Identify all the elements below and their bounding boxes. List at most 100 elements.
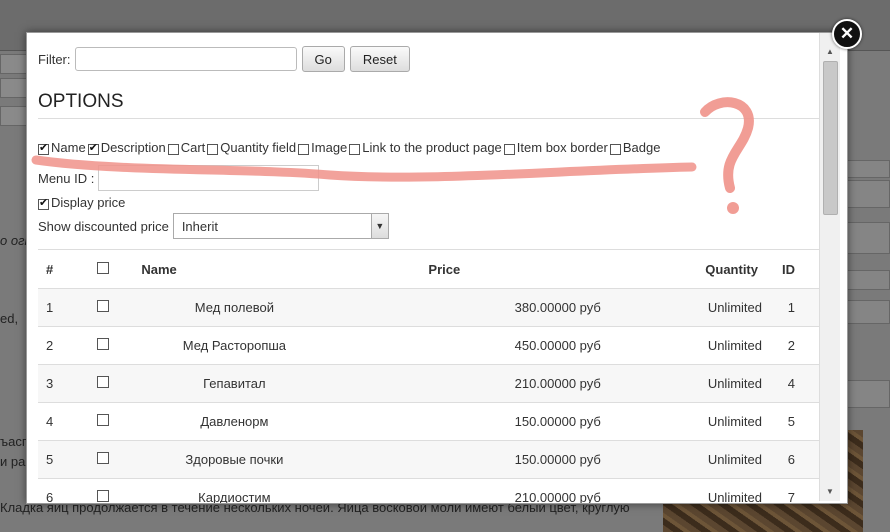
row-name: Давленорм	[140, 402, 329, 441]
row-id: 4	[772, 364, 819, 403]
menu-id-row: Menu ID :	[38, 165, 320, 191]
option-label: Item box border	[516, 140, 608, 155]
checkbox[interactable]	[503, 144, 515, 155]
row-price: 380.00000 руб	[328, 288, 609, 327]
option-cart[interactable]: Cart	[167, 140, 206, 155]
row-name: Здоровые почки	[140, 440, 329, 479]
row-num: 3	[38, 364, 86, 403]
row-checkbox[interactable]	[97, 490, 110, 502]
checkbox[interactable]	[38, 141, 49, 155]
option-label: Description	[100, 140, 166, 155]
row-checkbox[interactable]	[97, 300, 110, 312]
background-panel	[844, 380, 890, 408]
option-item-box-border[interactable]: Item box border	[503, 140, 608, 155]
table-row[interactable]: 1 Мед полевой 380.00000 руб Unlimited 1	[38, 288, 819, 327]
menu-id-input[interactable]	[98, 165, 320, 191]
row-id: 5	[772, 402, 819, 441]
option-label: Image	[311, 140, 348, 155]
scroll-down-icon[interactable]: ▼	[820, 483, 840, 501]
table-row[interactable]: 4 Давленорм 150.00000 руб Unlimited 5	[38, 402, 819, 441]
select-value: Inherit	[181, 218, 218, 234]
row-quantity: Unlimited	[608, 364, 772, 403]
background-text: ъасп	[0, 434, 29, 449]
option-label: Name	[51, 140, 86, 155]
row-num: 6	[38, 478, 86, 503]
scrollbar[interactable]: ▲ ▼	[819, 33, 840, 501]
row-name: Гепавитал	[140, 364, 329, 403]
product-picker-dialog: Filter: Go Reset OPTIONS Name Descriptio…	[26, 32, 848, 504]
row-name: Мед Расторопша	[140, 326, 329, 365]
row-checkbox[interactable]	[97, 376, 110, 388]
option-image[interactable]: Image	[298, 140, 347, 155]
header-quantity[interactable]: Quantity	[608, 249, 772, 289]
option-badge[interactable]: Badge	[609, 140, 661, 155]
row-select	[85, 326, 141, 365]
header-id[interactable]: ID	[772, 249, 819, 289]
display-price-label: Display price	[51, 195, 126, 210]
row-id: 7	[772, 478, 819, 503]
row-checkbox[interactable]	[97, 452, 110, 464]
checkbox[interactable]	[87, 141, 99, 155]
checkbox[interactable]	[38, 196, 49, 210]
row-id: 1	[772, 288, 819, 327]
row-quantity: Unlimited	[608, 288, 772, 327]
filter-label: Filter:	[38, 51, 71, 67]
background-panel	[844, 222, 890, 254]
header-select	[85, 249, 141, 289]
row-price: 150.00000 руб	[328, 402, 609, 441]
option-label: Link to the product page	[362, 140, 502, 155]
table-row[interactable]: 3 Гепавитал 210.00000 руб Unlimited 4	[38, 364, 819, 403]
table-row[interactable]: 6 Кардиостим 210.00000 руб Unlimited 7	[38, 478, 819, 503]
display-price-option[interactable]: Display price	[38, 195, 125, 210]
filter-input[interactable]	[74, 47, 297, 71]
row-id: 2	[772, 326, 819, 365]
checkbox[interactable]	[207, 144, 219, 155]
discounted-price-row: Show discounted price Inherit ▼	[38, 213, 389, 239]
header-price[interactable]: Price	[328, 249, 609, 289]
background-panel	[844, 160, 890, 178]
checkbox[interactable]	[167, 144, 179, 155]
checkbox[interactable]	[609, 144, 621, 155]
row-checkbox[interactable]	[97, 414, 110, 426]
checkbox[interactable]	[349, 144, 361, 155]
scrollbar-thumb[interactable]	[823, 61, 838, 215]
select-all-checkbox[interactable]	[97, 261, 110, 274]
options-title: OPTIONS	[38, 91, 124, 112]
option-quantity-field[interactable]: Quantity field	[207, 140, 296, 155]
checkbox[interactable]	[298, 144, 310, 155]
row-name: Кардиостим	[140, 478, 329, 503]
row-select	[85, 440, 141, 479]
row-quantity: Unlimited	[608, 440, 772, 479]
option-label: Cart	[180, 140, 206, 155]
header-num: #	[38, 249, 86, 289]
row-id: 6	[772, 440, 819, 479]
reset-button[interactable]: Reset	[349, 46, 410, 72]
option-link-to-product-page[interactable]: Link to the product page	[349, 140, 502, 155]
chevron-down-icon[interactable]: ▼	[370, 214, 388, 238]
background-panel	[844, 300, 890, 324]
row-quantity: Unlimited	[608, 402, 772, 441]
background-panel	[844, 180, 890, 208]
menu-id-label: Menu ID :	[38, 170, 95, 186]
row-checkbox[interactable]	[97, 338, 110, 350]
header-name[interactable]: Name	[140, 249, 329, 289]
go-button[interactable]: Go	[301, 46, 345, 72]
close-icon[interactable]: ✕	[832, 19, 862, 49]
discounted-price-select[interactable]: Inherit ▼	[172, 213, 389, 239]
discounted-price-label: Show discounted price	[38, 218, 169, 234]
row-price: 150.00000 руб	[328, 440, 609, 479]
option-description[interactable]: Description	[87, 140, 166, 155]
products-table: # Name Price Quantity ID 1 Мед полевой 380…	[38, 249, 819, 503]
table-row[interactable]: 5 Здоровые почки 150.00000 руб Unlimited 6	[38, 440, 819, 479]
options-checkbox-row: Name Description Cart Quantity field Ima…	[38, 140, 662, 155]
option-name[interactable]: Name	[38, 140, 86, 155]
table-row[interactable]: 2 Мед Расторопша 450.00000 руб Unlimited 2	[38, 326, 819, 365]
row-num: 2	[38, 326, 86, 365]
row-price: 210.00000 руб	[328, 364, 609, 403]
filter-bar: Filter: Go Reset	[38, 46, 410, 72]
table-header-row: # Name Price Quantity ID	[38, 249, 819, 289]
row-quantity: Unlimited	[608, 478, 772, 503]
option-label: Badge	[622, 140, 661, 155]
row-select	[85, 364, 141, 403]
row-select	[85, 402, 141, 441]
